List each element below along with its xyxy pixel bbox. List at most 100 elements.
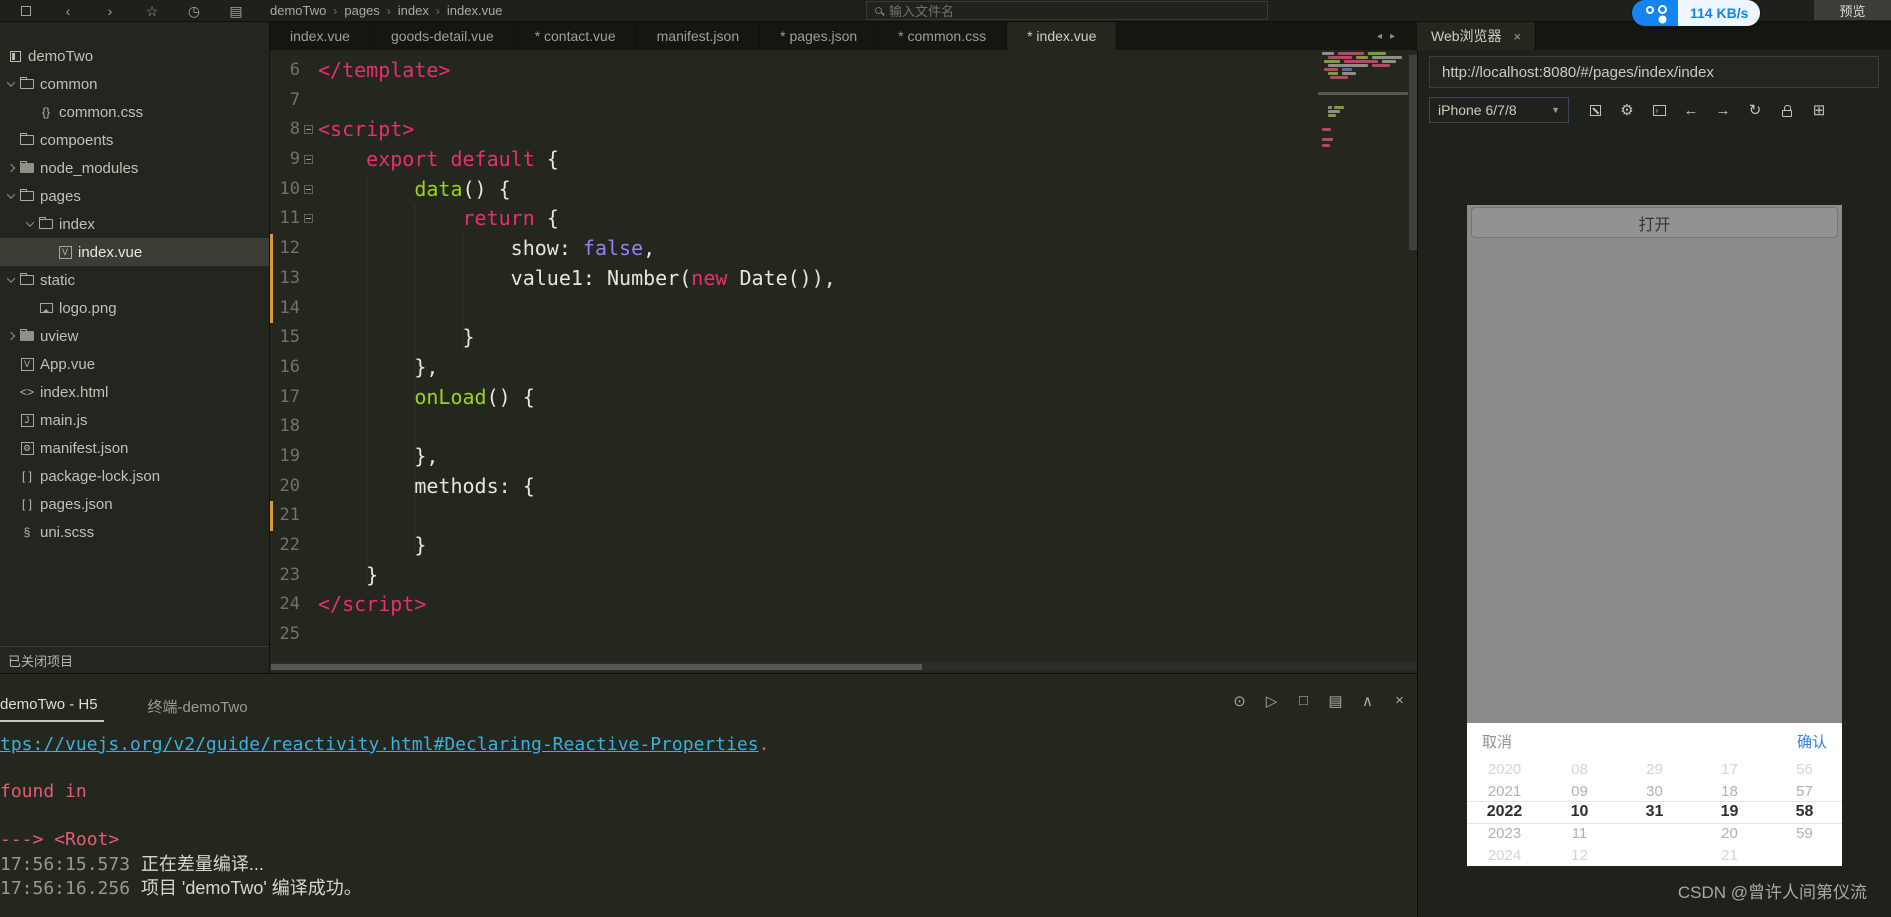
minimap[interactable] — [1318, 50, 1408, 260]
history-icon[interactable]: ◷ — [186, 1, 202, 21]
picker-cell[interactable]: 10 — [1542, 802, 1617, 823]
picker-cell[interactable]: 2021 — [1467, 780, 1542, 801]
picker-cancel-button[interactable]: 取消 — [1482, 731, 1512, 752]
breadcrumb-item[interactable]: demoTwo — [270, 3, 326, 18]
tree-item-index-vue[interactable]: Vindex.vue — [0, 238, 269, 266]
back-icon[interactable]: ‹ — [60, 1, 76, 21]
picker-cell[interactable]: 17 — [1692, 759, 1767, 780]
chevron-right-icon[interactable] — [6, 163, 16, 173]
picker-cell[interactable]: 11 — [1542, 823, 1617, 844]
tree-item-common[interactable]: common — [0, 70, 269, 98]
picker-cell[interactable]: 19 — [1692, 802, 1767, 823]
nav-forward-icon[interactable]: → — [1715, 102, 1731, 119]
picker-cell[interactable]: 21 — [1692, 845, 1767, 866]
horizontal-scrollbar[interactable] — [270, 663, 1417, 671]
console-panel-icon[interactable]: ▤ — [1328, 692, 1343, 710]
picker-cell[interactable]: 2020 — [1467, 759, 1542, 780]
picker-column[interactable]: 56 57 58 59 — [1767, 759, 1842, 866]
url-input[interactable]: http://localhost:8080/#/pages/index/inde… — [1429, 56, 1879, 88]
picker-cell[interactable]: 59 — [1767, 823, 1842, 844]
editor-tab[interactable]: * index.vue — [1007, 22, 1118, 50]
console-stop-icon[interactable]: □ — [1296, 692, 1311, 710]
tree-item-node-modules[interactable]: node_modules — [0, 154, 269, 182]
fold-marker-icon[interactable] — [304, 214, 313, 224]
editor-tab[interactable]: manifest.json — [637, 22, 761, 50]
fold-marker-icon[interactable] — [304, 125, 313, 135]
tree-item-manifest-json[interactable]: ⚙ manifest.json — [0, 434, 269, 462]
tree-item-index[interactable]: index — [0, 210, 269, 238]
editor-tab[interactable]: * common.css — [878, 22, 1008, 50]
fold-marker-icon[interactable] — [304, 155, 313, 165]
picker-cell[interactable]: 57 — [1767, 780, 1842, 801]
chevron-right-icon[interactable] — [6, 331, 16, 341]
breadcrumb-item[interactable]: index — [398, 3, 429, 18]
fold-marker-icon[interactable] — [304, 184, 313, 194]
tab-scroll-right-icon[interactable]: ▸ — [1390, 31, 1395, 42]
picker-column[interactable]: 2020 2021 2022 2023 2024 — [1467, 759, 1542, 866]
picker-cell[interactable]: 09 — [1542, 780, 1617, 801]
tree-item-index-html[interactable]: <> index.html — [0, 378, 269, 406]
preview-button[interactable]: 预览 — [1814, 0, 1891, 20]
tree-item-static[interactable]: static — [0, 266, 269, 294]
console-tab[interactable]: 终端-demoTwo — [142, 692, 254, 722]
picker-cell[interactable] — [1617, 845, 1692, 866]
editor-tab[interactable]: * pages.json — [760, 22, 879, 50]
chevron-down-icon[interactable] — [6, 78, 16, 87]
picker-cell[interactable]: 56 — [1767, 759, 1842, 780]
tree-item-package-lock-json[interactable]: [ ] package-lock.json — [0, 462, 269, 490]
picker-cell[interactable]: 2022 — [1467, 802, 1542, 823]
open-external-icon[interactable] — [1587, 102, 1603, 118]
picker-cell[interactable]: 30 — [1617, 780, 1692, 801]
nav-back-icon[interactable]: ← — [1683, 102, 1699, 119]
tree-item-app-vue[interactable]: V App.vue — [0, 350, 269, 378]
tab-web-browser[interactable]: Web浏览器 × — [1417, 22, 1537, 50]
picker-column[interactable]: 29 30 31 — [1617, 759, 1692, 866]
window-icon[interactable] — [18, 1, 34, 21]
vertical-scrollbar[interactable] — [1409, 55, 1417, 250]
picker-cell[interactable]: 18 — [1692, 780, 1767, 801]
console-collapse-icon[interactable]: ∧ — [1360, 692, 1375, 710]
picker-cell[interactable]: 29 — [1617, 759, 1692, 780]
tree-item-uview[interactable]: uview — [0, 322, 269, 350]
console-tab[interactable]: demoTwo - H5 — [0, 692, 104, 722]
tree-item-compoents[interactable]: compoents — [0, 126, 269, 154]
picker-column[interactable]: 17 18 19 20 21 — [1692, 759, 1767, 866]
console-run-icon[interactable]: ▷ — [1264, 692, 1279, 710]
picker-cell[interactable]: 2023 — [1467, 823, 1542, 844]
tree-item-main-js[interactable]: Jmain.js — [0, 406, 269, 434]
tree-item-logo-png[interactable]: logo.png — [0, 294, 269, 322]
breadcrumb[interactable]: demoTwo › pages › index › index.vue — [270, 3, 503, 18]
picker-cell[interactable]: 20 — [1692, 823, 1767, 844]
console-link[interactable]: tps://vuejs.org/v2/guide/reactivity.html… — [0, 734, 759, 755]
code-editor[interactable]: 6 </template> 7 8 <script> 9 export default {… — [270, 50, 1417, 673]
picker-cell[interactable] — [1767, 845, 1842, 866]
devtools-icon[interactable]: › — [1651, 102, 1667, 118]
editor-tab[interactable]: * contact.vue — [515, 22, 637, 50]
chevron-down-icon[interactable] — [6, 274, 16, 283]
open-picker-button[interactable]: 打开 — [1471, 207, 1838, 238]
chevron-down-icon[interactable] — [6, 190, 16, 199]
tree-item-demotwo[interactable]: demoTwo — [0, 42, 269, 70]
picker-cell[interactable]: 08 — [1542, 759, 1617, 780]
tab-scroll-left-icon[interactable]: ◂ — [1377, 31, 1382, 42]
tree-item-uni-scss[interactable]: § uni.scss — [0, 518, 269, 546]
console-lock-scroll-icon[interactable]: ⊙ — [1232, 692, 1247, 710]
device-selector[interactable]: iPhone 6/7/8 ▼ — [1429, 97, 1569, 123]
qr-code-icon[interactable]: ⊞ — [1811, 102, 1827, 119]
tree-item-pages-json[interactable]: [ ] pages.json — [0, 490, 269, 518]
picker-confirm-button[interactable]: 确认 — [1797, 731, 1827, 752]
tab-scroll-arrows[interactable]: ◂ ▸ — [1377, 22, 1395, 50]
picker-cell[interactable]: 12 — [1542, 845, 1617, 866]
forward-icon[interactable]: › — [102, 1, 118, 21]
close-icon[interactable]: × — [1514, 29, 1522, 44]
breadcrumb-item[interactable]: index.vue — [447, 3, 503, 18]
lock-icon[interactable] — [1779, 102, 1795, 118]
picker-column[interactable]: 08 09 10 11 12 — [1542, 759, 1617, 866]
refresh-icon[interactable]: ↻ — [1747, 102, 1763, 119]
gear-icon[interactable]: ⚙ — [1619, 102, 1635, 119]
tree-item-common-css[interactable]: {} common.css — [0, 98, 269, 126]
breadcrumb-item[interactable]: pages — [344, 3, 379, 18]
console-close-icon[interactable]: × — [1392, 692, 1407, 710]
editor-tab[interactable]: index.vue — [270, 22, 371, 50]
star-icon[interactable]: ☆ — [144, 1, 160, 21]
